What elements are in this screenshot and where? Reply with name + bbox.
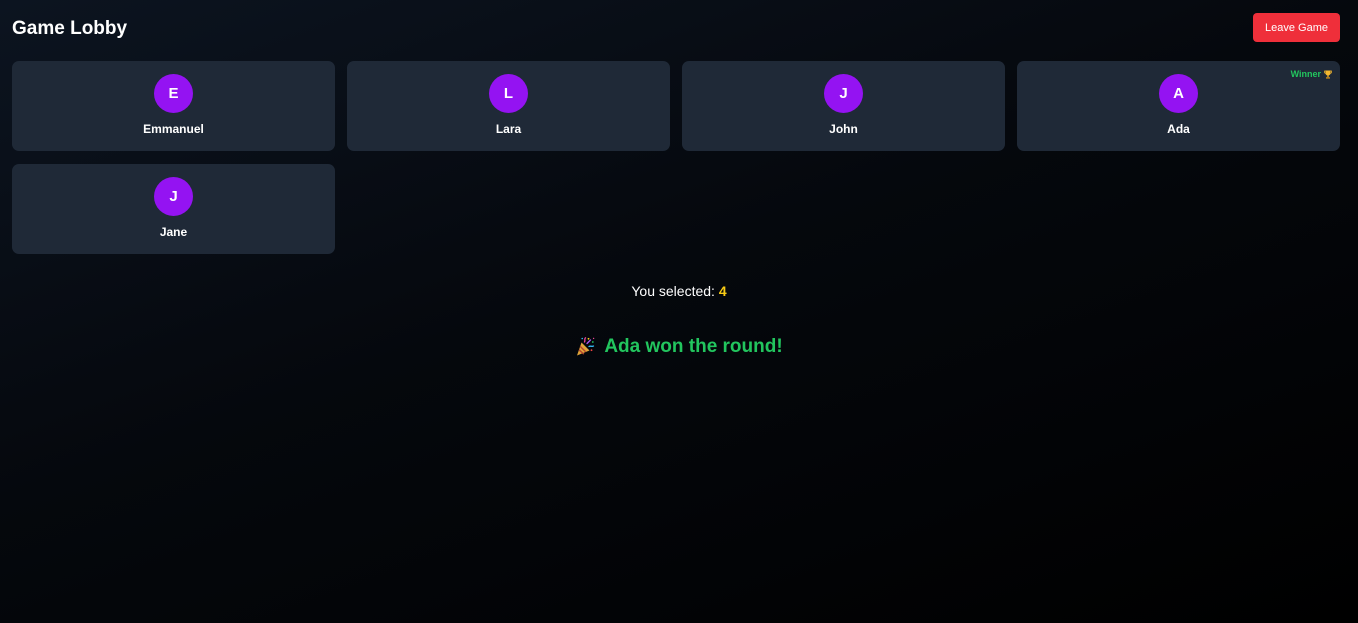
selection-label: You selected: <box>631 283 715 299</box>
party-popper-icon <box>577 337 595 356</box>
player-name: John <box>829 122 858 136</box>
lobby-header: Game Lobby Leave Game <box>12 0 1340 56</box>
player-card-ada: Winner A Ada <box>1017 61 1340 151</box>
avatar: J <box>824 74 863 113</box>
player-grid: E Emmanuel L Lara J John Winner A Ada J … <box>12 61 1340 254</box>
avatar: L <box>489 74 528 113</box>
result-message: Ada won the round! <box>604 336 783 357</box>
winner-badge: Winner <box>1291 69 1332 79</box>
player-name: Emmanuel <box>143 122 204 136</box>
avatar: A <box>1159 74 1198 113</box>
player-card-emmanuel: E Emmanuel <box>12 61 335 151</box>
avatar: J <box>154 177 193 216</box>
player-card-john: J John <box>682 61 1005 151</box>
selection-status: You selected: 4 <box>0 283 1358 299</box>
selected-value: 4 <box>718 283 727 299</box>
player-card-jane: J Jane <box>12 164 335 254</box>
player-name: Ada <box>1167 122 1190 136</box>
avatar: E <box>154 74 193 113</box>
winner-label: Winner <box>1290 69 1321 79</box>
trophy-icon <box>1324 70 1332 79</box>
round-result: Ada won the round! <box>0 336 1358 358</box>
player-name: Jane <box>159 225 188 239</box>
page-title: Game Lobby <box>12 18 128 39</box>
player-name: Lara <box>495 122 522 136</box>
player-card-lara: L Lara <box>347 61 670 151</box>
leave-game-button[interactable]: Leave Game <box>1253 13 1340 42</box>
